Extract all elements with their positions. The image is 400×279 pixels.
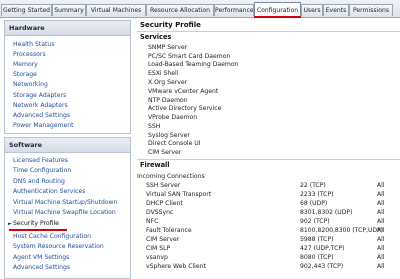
service-item: PC/SC Smart Card Daemon <box>148 53 231 60</box>
rule-scope: All <box>377 254 385 261</box>
rule-ports: 22 (TCP) <box>300 182 326 189</box>
rule-name: Virtual SAN Transport <box>146 191 212 198</box>
nav-processors[interactable]: Processors <box>13 51 46 58</box>
rule-scope: All <box>377 182 385 189</box>
tab-resource-allocation[interactable]: Resource Allocation <box>146 4 214 16</box>
nav-advanced-settings-hw[interactable]: Advanced Settings <box>13 112 70 119</box>
table-row: CIM Server 5988 (TCP) All <box>137 236 400 244</box>
rule-ports: 5988 (TCP) <box>300 236 334 243</box>
tab-getting-started[interactable]: Getting Started <box>1 4 52 16</box>
table-row: NFC 902 (TCP) All <box>137 218 400 226</box>
tab-summary[interactable]: Summary <box>52 4 86 16</box>
nav-authentication-services[interactable]: Authentication Services <box>13 188 85 195</box>
hardware-header[interactable]: Hardware <box>5 21 130 36</box>
service-item: X.Org Server <box>148 79 188 86</box>
rule-scope: All <box>377 263 385 270</box>
rule-ports: 2233 (TCP) <box>300 191 334 198</box>
firewall-divider <box>137 159 400 160</box>
selected-arrow-icon: ► <box>8 221 12 227</box>
nav-time-configuration[interactable]: Time Configuration <box>13 167 71 174</box>
left-navigation: Hardware Health Status Processors Memory… <box>2 20 132 279</box>
rule-name: vSphere Web Client <box>146 263 206 270</box>
rule-name: CIM Server <box>146 236 180 243</box>
service-item: SSH <box>148 123 161 130</box>
firewall-heading: Firewall <box>140 161 170 169</box>
rule-scope: All <box>377 245 385 252</box>
table-row: CIM SLP 427 (UDP,TCP) All <box>137 245 400 253</box>
rule-scope: All <box>377 209 385 216</box>
nav-memory[interactable]: Memory <box>13 61 38 68</box>
service-item: Load-Based Teaming Daemon <box>148 61 239 68</box>
rule-scope: All <box>377 236 385 243</box>
nav-vm-startup-shutdown[interactable]: Virtual Machine Startup/Shutdown <box>13 199 117 206</box>
nav-agent-vm-settings[interactable]: Agent VM Settings <box>13 254 69 261</box>
nav-system-resource-reservation[interactable]: System Resource Reservation <box>13 243 104 250</box>
tab-configuration[interactable]: Configuration <box>254 2 301 17</box>
nav-storage-adapters[interactable]: Storage Adapters <box>13 92 66 99</box>
rule-ports: 902 (TCP) <box>300 218 330 225</box>
nav-dns-and-routing[interactable]: DNS and Routing <box>13 178 65 185</box>
service-item: NTP Daemon <box>148 97 188 104</box>
nav-licensed-features[interactable]: Licensed Features <box>13 157 68 164</box>
rule-name: Fault Tolerance <box>146 227 192 234</box>
rule-name: SSH Server <box>146 182 181 189</box>
software-panel: Software Licensed Features Time Configur… <box>4 137 131 279</box>
service-item: Syslog Server <box>148 132 190 139</box>
nav-health-status[interactable]: Health Status <box>13 41 54 48</box>
rule-ports: 427 (UDP,TCP) <box>300 245 345 252</box>
nav-power-management[interactable]: Power Management <box>13 122 74 129</box>
security-profile-pane: Security Profile Services SNMP Server PC… <box>137 18 400 277</box>
services-heading: Services <box>140 33 172 41</box>
nav-storage[interactable]: Storage <box>13 71 37 78</box>
rule-scope: All <box>377 227 385 234</box>
rule-ports: 68 (UDP) <box>300 200 328 207</box>
incoming-connections-label: Incoming Connections <box>137 173 205 180</box>
nav-vm-swapfile-location[interactable]: Virtual Machine Swapfile Location <box>13 209 116 216</box>
table-row: SSH Server 22 (TCP) All <box>137 182 400 190</box>
rule-ports: 8100,8200,8300 (TCP,UDP) <box>300 227 384 234</box>
software-header[interactable]: Software <box>5 138 130 153</box>
rule-scope: All <box>377 218 385 225</box>
rule-scope: All <box>377 191 385 198</box>
table-row: Virtual SAN Transport 2233 (TCP) All <box>137 191 400 199</box>
rule-scope: All <box>377 200 385 207</box>
nav-advanced-settings-sw[interactable]: Advanced Settings <box>13 264 70 271</box>
tab-performance[interactable]: Performance <box>214 4 254 16</box>
hardware-panel: Hardware Health Status Processors Memory… <box>4 20 131 134</box>
service-item: VMware vCenter Agent <box>148 88 219 95</box>
service-item: SNMP Server <box>148 44 188 51</box>
table-row: DVSSync 8301,8302 (UDP) All <box>137 209 400 217</box>
tab-users[interactable]: Users <box>301 4 323 16</box>
nav-host-cache-configuration[interactable]: Host Cache Configuration <box>13 233 91 240</box>
table-row: DHCP Client 68 (UDP) All <box>137 200 400 208</box>
rule-ports: 8080 (TCP) <box>300 254 334 261</box>
tab-permissions[interactable]: Permissions <box>349 4 393 16</box>
service-item: CIM Server <box>148 149 182 156</box>
tab-events[interactable]: Events <box>323 4 349 16</box>
rule-ports: 902,443 (TCP) <box>300 263 344 270</box>
rule-ports: 8301,8302 (UDP) <box>300 209 353 216</box>
rule-name: NFC <box>146 218 159 225</box>
service-item: ESXi Shell <box>148 70 179 77</box>
table-row: vsanvp 8080 (TCP) All <box>137 254 400 262</box>
rule-name: CIM SLP <box>146 245 171 252</box>
page-title: Security Profile <box>140 21 201 29</box>
rule-name: DVSSync <box>146 209 174 216</box>
table-row: vSphere Web Client 902,443 (TCP) All <box>137 263 400 271</box>
service-item: VProbe Daemon <box>148 114 198 121</box>
nav-security-profile[interactable]: Security Profile <box>13 220 59 227</box>
service-item: Direct Console UI <box>148 140 201 147</box>
rule-name: vsanvp <box>146 254 168 261</box>
table-row: Fault Tolerance 8100,8200,8300 (TCP,UDP)… <box>137 227 400 235</box>
security-profile-highlight <box>9 229 67 231</box>
tab-virtual-machines[interactable]: Virtual Machines <box>86 4 146 16</box>
service-item: Active Directory Service <box>148 105 222 112</box>
title-divider <box>137 31 400 32</box>
nav-networking[interactable]: Networking <box>13 81 48 88</box>
tab-bar: Getting Started Summary Virtual Machines… <box>0 0 400 18</box>
nav-network-adapters[interactable]: Network Adapters <box>13 102 68 109</box>
rule-name: DHCP Client <box>146 200 183 207</box>
